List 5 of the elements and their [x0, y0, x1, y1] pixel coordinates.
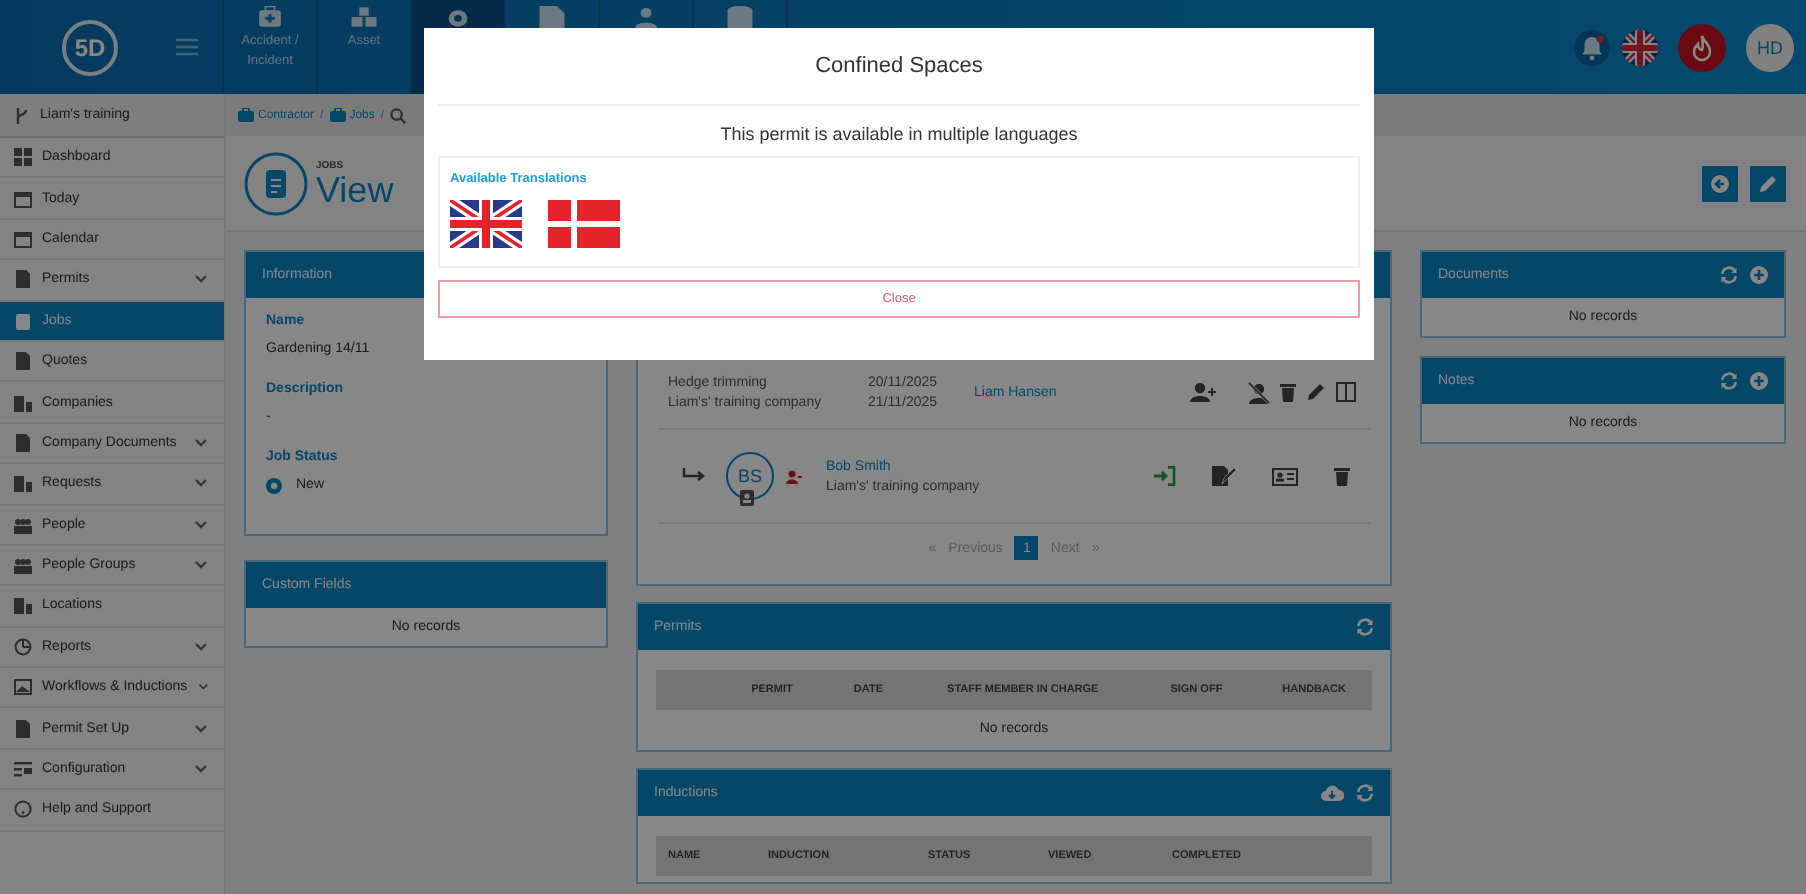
- dialog-title: Confined Spaces: [438, 28, 1360, 106]
- user-avatar[interactable]: HD: [1746, 23, 1794, 71]
- logo[interactable]: 5D: [62, 19, 118, 75]
- dialog-message: This permit is available in multiple languages: [718, 122, 1080, 148]
- page-title: View: [316, 171, 394, 207]
